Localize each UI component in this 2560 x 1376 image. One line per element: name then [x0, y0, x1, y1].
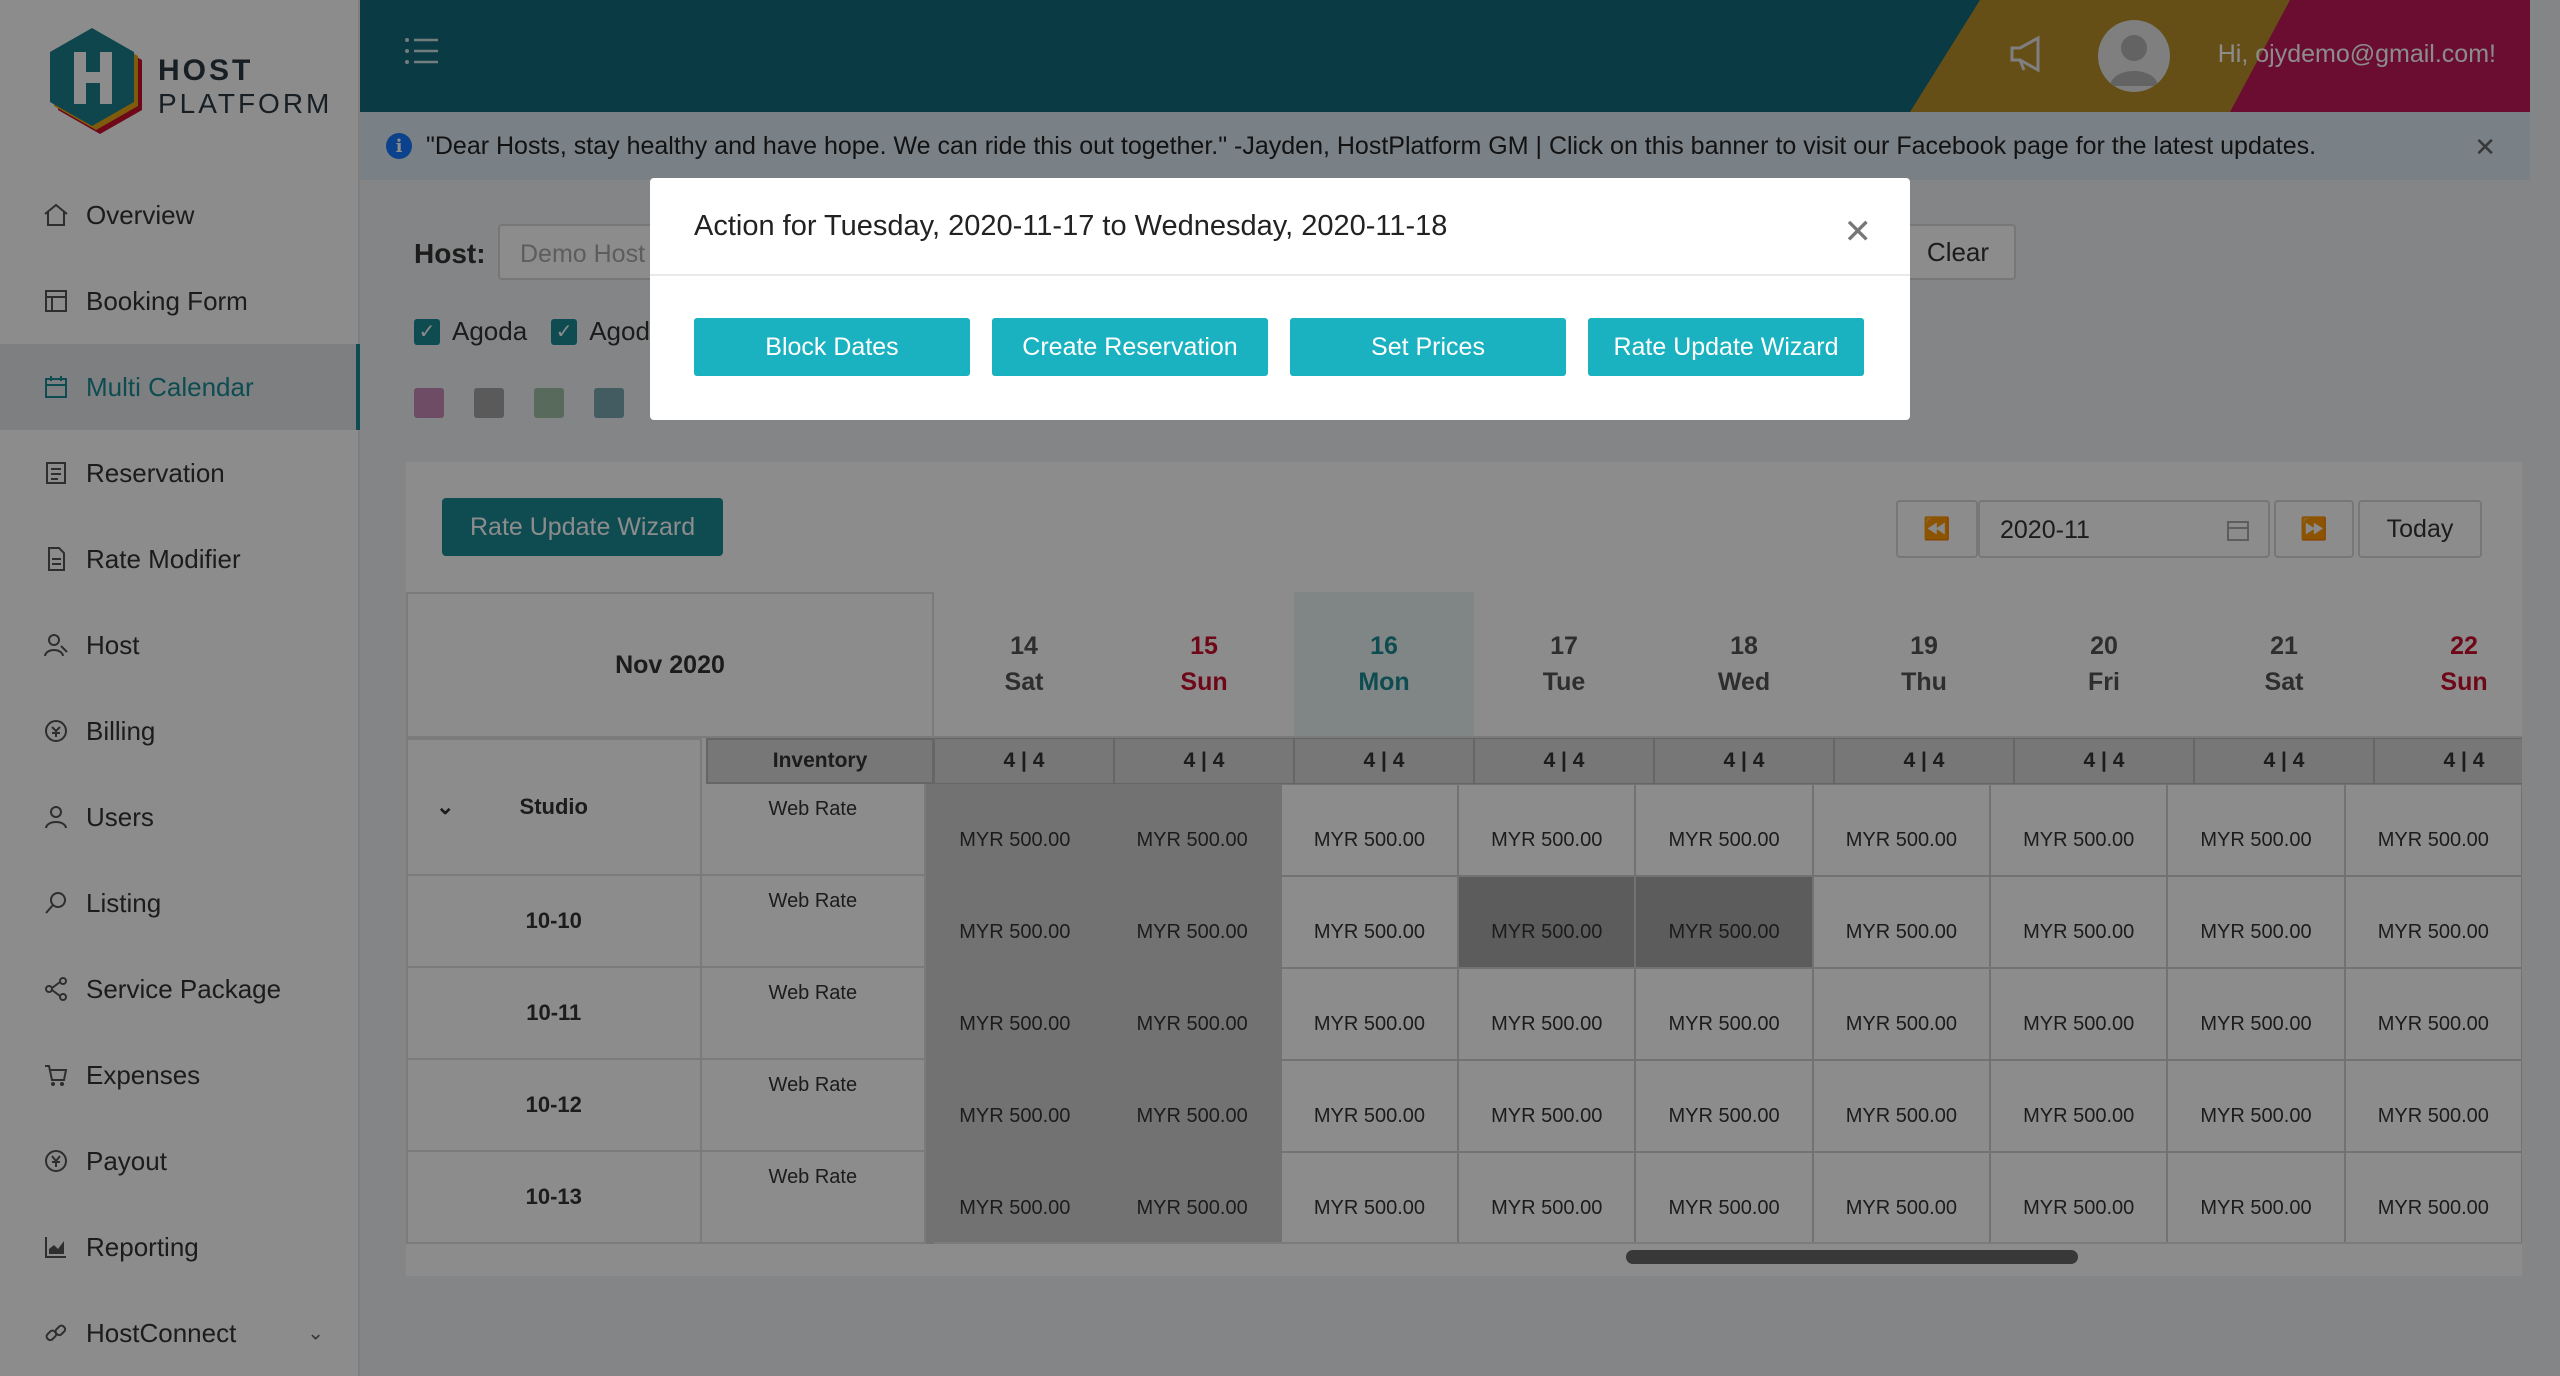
- create-reservation-button[interactable]: Create Reservation: [992, 318, 1268, 376]
- action-modal: Action for Tuesday, 2020-11-17 to Wednes…: [650, 178, 1910, 420]
- modal-title: Action for Tuesday, 2020-11-17 to Wednes…: [650, 178, 1910, 276]
- rate-update-wizard-button[interactable]: Rate Update Wizard: [1588, 318, 1864, 376]
- modal-actions: Block Dates Create Reservation Set Price…: [650, 276, 1910, 376]
- close-icon[interactable]: ✕: [1844, 212, 1873, 252]
- set-prices-button[interactable]: Set Prices: [1290, 318, 1566, 376]
- block-dates-button[interactable]: Block Dates: [694, 318, 970, 376]
